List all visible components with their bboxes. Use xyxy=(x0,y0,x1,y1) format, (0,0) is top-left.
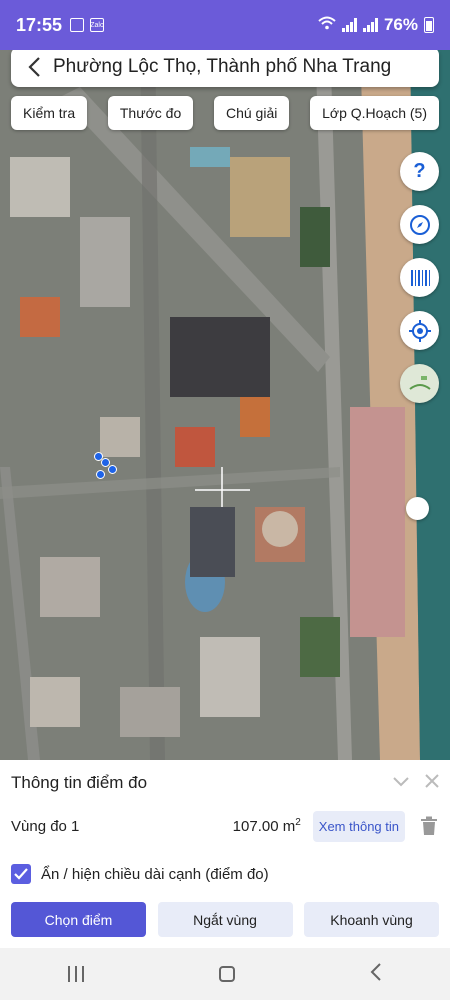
battery-icon xyxy=(424,17,434,33)
checkbox-checked[interactable] xyxy=(11,864,31,884)
break-area-button[interactable]: Ngắt vùng xyxy=(157,902,293,937)
map-layer-icon[interactable] xyxy=(400,364,439,403)
checkbox-label: Ẩn / hiện chiều dài cạnh (điểm đo) xyxy=(41,865,269,883)
chevron-left-icon[interactable] xyxy=(23,56,45,78)
help-icon[interactable]: ? xyxy=(400,152,439,191)
view-info-button[interactable]: Xem thông tin xyxy=(312,810,405,842)
top-toolbar: Kiểm tra Thước đo Chú giải Lớp Q.Hoạch (… xyxy=(11,96,439,130)
status-time: 17:55 xyxy=(16,14,63,35)
edge-length-toggle[interactable]: Ẩn / hiện chiều dài cạnh (điểm đo) xyxy=(11,864,269,884)
recent-apps-icon[interactable] xyxy=(67,966,84,982)
map-tools: ? xyxy=(400,152,439,403)
barcode-icon[interactable] xyxy=(400,258,439,297)
location-header: Phường Lộc Thọ, Thành phố Nha Trang xyxy=(11,47,439,87)
measure-button[interactable]: Thước đo xyxy=(107,96,194,130)
wifi-icon xyxy=(318,15,336,35)
measure-point[interactable] xyxy=(96,470,105,479)
home-icon[interactable] xyxy=(218,966,235,982)
opacity-slider-knob[interactable] xyxy=(406,497,429,520)
status-bar: 17:55 Zalo 76% xyxy=(0,0,450,50)
planning-layer-button[interactable]: Lớp Q.Hoạch (5) xyxy=(310,96,439,130)
back-icon[interactable] xyxy=(370,962,382,986)
measurement-panel: Thông tin điểm đo Vùng đo 1 107.00 m2 Xe… xyxy=(0,760,450,948)
action-row: Chọn điểm Ngắt vùng Khoanh vùng xyxy=(11,902,439,937)
battery-percent: 76% xyxy=(383,15,418,34)
satellite-map[interactable] xyxy=(0,37,450,760)
signal-icon xyxy=(341,18,357,32)
enclose-area-button[interactable]: Khoanh vùng xyxy=(304,902,439,937)
trash-icon[interactable] xyxy=(419,815,439,837)
area-row: Vùng đo 1 107.00 m2 Xem thông tin xyxy=(0,806,450,846)
status-app-icons: Zalo xyxy=(70,18,105,32)
select-point-button[interactable]: Chọn điểm xyxy=(11,902,146,937)
measure-point[interactable] xyxy=(108,465,117,474)
check-button[interactable]: Kiểm tra xyxy=(11,96,88,130)
legend-button[interactable]: Chú giải xyxy=(213,96,290,130)
area-value-number: 107.00 m xyxy=(232,818,296,835)
system-nav-bar xyxy=(0,948,450,1000)
area-unit-superscript: 2 xyxy=(295,817,301,828)
panel-controls xyxy=(393,773,439,793)
image-icon xyxy=(70,18,85,32)
close-icon[interactable] xyxy=(425,773,439,793)
panel-header: Thông tin điểm đo xyxy=(0,760,450,806)
locate-icon[interactable] xyxy=(400,311,439,350)
area-value: 107.00 m2 xyxy=(233,817,301,835)
zalo-icon: Zalo xyxy=(90,18,105,32)
panel-title: Thông tin điểm đo xyxy=(11,773,148,792)
chevron-down-icon[interactable] xyxy=(393,774,409,793)
status-right: 76% xyxy=(318,15,434,35)
compass-icon[interactable] xyxy=(400,205,439,244)
location-title: Phường Lộc Thọ, Thành phố Nha Trang xyxy=(53,56,392,77)
map-imagery xyxy=(0,37,450,760)
area-name: Vùng đo 1 xyxy=(11,817,80,835)
signal-icon-2 xyxy=(362,18,378,32)
